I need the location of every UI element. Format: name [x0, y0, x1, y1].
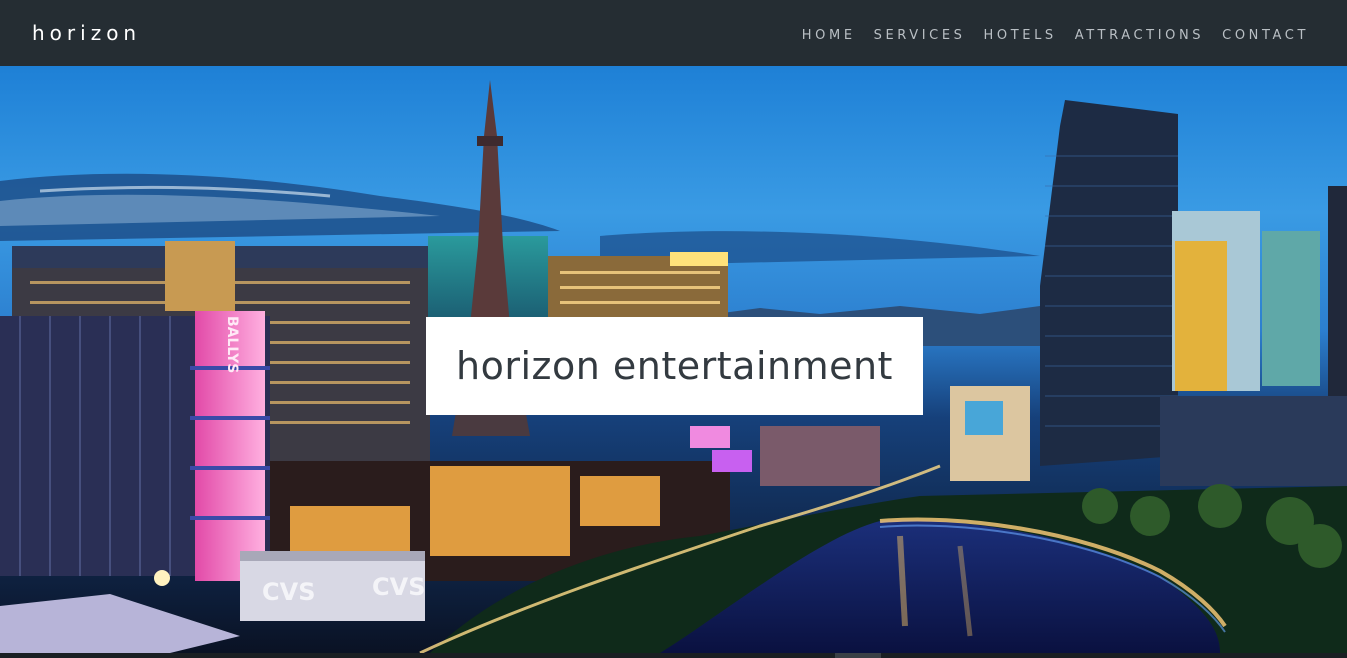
hero-title: horizon entertainment — [456, 344, 893, 388]
cvs-sign-left: CVS — [262, 578, 315, 606]
brand-logo-link[interactable]: horizon — [32, 21, 141, 45]
ballys-sign: BALLYS — [224, 316, 240, 373]
main-nav: HOME SERVICES HOTELS ATTRACTIONS CONTACT — [802, 24, 1309, 43]
bottom-scroll-strip — [0, 653, 1347, 658]
nav-link-hotels[interactable]: HOTELS — [984, 28, 1057, 43]
nav-link-contact[interactable]: CONTACT — [1222, 28, 1309, 43]
hero-title-box: horizon entertainment — [426, 317, 923, 415]
nav-item-home: HOME — [802, 24, 856, 43]
nav-item-contact: CONTACT — [1222, 24, 1309, 43]
nav-item-services: SERVICES — [874, 24, 966, 43]
nav-link-services[interactable]: SERVICES — [874, 28, 966, 43]
nav-link-attractions[interactable]: ATTRACTIONS — [1075, 28, 1204, 43]
nav-item-attractions: ATTRACTIONS — [1075, 24, 1204, 43]
nav-item-hotels: HOTELS — [984, 24, 1057, 43]
navbar: horizon HOME SERVICES HOTELS ATTRACTIONS… — [0, 0, 1347, 66]
scroll-indicator[interactable] — [835, 653, 881, 658]
cvs-sign-right: CVS — [372, 573, 425, 601]
hero-banner: BALLYS CVS CVS horizon entertainment — [0, 66, 1347, 653]
nav-link-home[interactable]: HOME — [802, 28, 856, 43]
